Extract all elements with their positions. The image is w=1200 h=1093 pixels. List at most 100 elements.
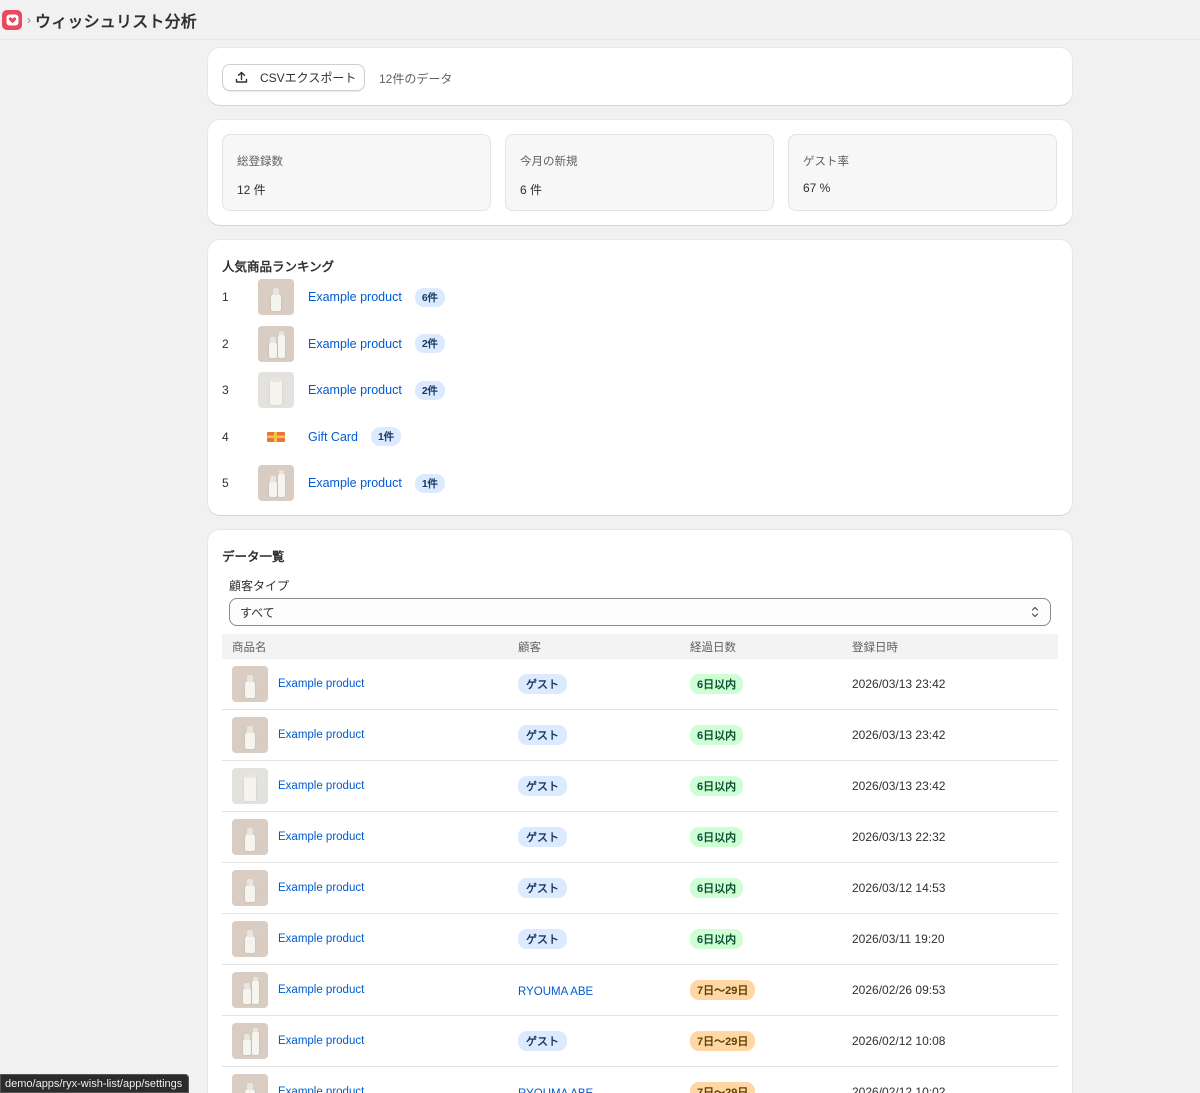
record-count-text: 12件のデータ (379, 72, 453, 86)
product-link[interactable]: Example product (278, 933, 364, 945)
product-thumbnail (232, 921, 268, 957)
cell-elapsed-days: 7日〜29日 (690, 980, 852, 1000)
cell-registered-at: 2026/03/13 23:42 (852, 779, 946, 793)
table-row: Example product ゲスト 6日以内 2026/03/13 23:42 (222, 710, 1058, 761)
cell-product: Example product (222, 921, 518, 957)
ranking-product-link[interactable]: Example product (308, 383, 402, 397)
cell-elapsed-days: 7日〜29日 (690, 1082, 852, 1093)
elapsed-days-success-badge: 6日以内 (690, 776, 744, 796)
table-row: Example product RYOUMA ABE 7日〜29日 2026/02/1… (222, 1067, 1058, 1093)
cell-customer: ゲスト (518, 674, 690, 694)
stat-label: 今月の新規 (520, 156, 578, 168)
cell-customer: RYOUMA ABE (518, 1085, 690, 1093)
table-row: Example product ゲスト 6日以内 2026/03/13 23:42 (222, 659, 1058, 710)
cell-elapsed-days: 6日以内 (690, 929, 852, 949)
cell-elapsed-days: 6日以内 (690, 674, 852, 694)
product-thumbnail (258, 325, 294, 362)
heart-app-icon[interactable] (2, 9, 22, 30)
product-link[interactable]: Example product (278, 831, 364, 843)
stat-label: 総登録数 (237, 156, 283, 168)
cell-elapsed-days: 6日以内 (690, 776, 852, 796)
product-link[interactable]: Example product (278, 984, 364, 996)
product-link[interactable]: Example product (278, 678, 364, 690)
product-link[interactable]: Example product (278, 780, 364, 792)
table-row: Example product ゲスト 6日以内 2026/03/12 14:53 (222, 863, 1058, 914)
upload-icon (235, 71, 248, 83)
elapsed-days-success-badge: 6日以内 (690, 674, 744, 694)
link-status-bar: demo/apps/ryx-wish-list/app/settings (0, 1074, 190, 1093)
guest-badge: ゲスト (518, 878, 567, 898)
wishlist-table: 商品名 顧客 経過日数 登録日時 Example product ゲスト 6日以内 2… (222, 634, 1058, 1093)
product-link[interactable]: Example product (278, 729, 364, 741)
cell-customer: RYOUMA ABE (518, 983, 690, 998)
cell-registered-at: 2026/02/12 10:08 (852, 1034, 946, 1048)
cell-customer: ゲスト (518, 776, 690, 796)
guest-badge: ゲスト (518, 1031, 567, 1051)
cell-product: Example product (222, 768, 518, 804)
stat-value: 12 件 (237, 183, 266, 197)
cell-customer: ゲスト (518, 1031, 690, 1051)
guest-badge: ゲスト (518, 827, 567, 847)
column-header-elapsed-days: 経過日数 (690, 641, 736, 654)
product-thumbnail (232, 717, 268, 753)
breadcrumb-separator: › (27, 12, 31, 27)
product-link[interactable]: Example product (278, 1086, 364, 1093)
cell-customer: ゲスト (518, 929, 690, 949)
csv-export-label: CSVエクスポート (260, 71, 357, 85)
cell-product: Example product (222, 870, 518, 906)
cell-elapsed-days: 6日以内 (690, 878, 852, 898)
cell-product: Example product (222, 1074, 518, 1093)
ranking-product-link[interactable]: Gift Card (308, 430, 358, 444)
wishlist-count-badge: 2件 (414, 334, 445, 353)
elapsed-days-warning-badge: 7日〜29日 (690, 980, 756, 1000)
cell-product: Example product (222, 819, 518, 855)
customer-type-selected-value: すべて (240, 605, 275, 620)
guest-badge: ゲスト (518, 725, 567, 745)
column-header-customer: 顧客 (518, 641, 541, 654)
page-title: ウィッシュリスト分析 (35, 13, 198, 31)
product-thumbnail (232, 666, 268, 702)
customer-link[interactable]: RYOUMA ABE (518, 1088, 593, 1093)
table-row: Example product ゲスト 7日〜29日 2026/02/12 10:08 (222, 1016, 1058, 1067)
guest-badge: ゲスト (518, 776, 567, 796)
guest-badge: ゲスト (518, 674, 567, 694)
cell-customer: ゲスト (518, 725, 690, 745)
product-thumbnail (232, 972, 268, 1008)
customer-link[interactable]: RYOUMA ABE (518, 986, 593, 998)
customer-type-select[interactable]: すべて (229, 598, 1051, 626)
ranking-item: 4 Gift Card 1件 (222, 418, 622, 455)
cell-registered-at: 2026/02/26 09:53 (852, 983, 946, 997)
cell-elapsed-days: 7日〜29日 (690, 1031, 852, 1051)
product-thumbnail (232, 1023, 268, 1059)
elapsed-days-success-badge: 6日以内 (690, 725, 744, 745)
csv-export-button[interactable]: CSVエクスポート (222, 64, 365, 91)
cell-registered-at: 2026/03/13 23:42 (852, 677, 946, 691)
stats-card: 総登録数 12 件 今月の新規 6 件 ゲスト率 67 % (208, 120, 1072, 225)
export-card: CSVエクスポート 12件のデータ (208, 48, 1072, 105)
ranking-item: 5 Example product 1件 (222, 465, 622, 501)
table-header: 商品名 顧客 経過日数 登録日時 (222, 634, 1058, 659)
stat-guest-rate: ゲスト率 67 % (788, 134, 1057, 211)
product-thumbnail (258, 465, 294, 501)
guest-badge: ゲスト (518, 929, 567, 949)
ranking-product-link[interactable]: Example product (308, 476, 402, 490)
table-row: Example product ゲスト 6日以内 2026/03/13 23:42 (222, 761, 1058, 812)
cell-registered-at: 2026/03/13 22:32 (852, 830, 946, 844)
table-row: Example product ゲスト 6日以内 2026/03/13 22:32 (222, 812, 1058, 863)
product-link[interactable]: Example product (278, 882, 364, 894)
product-thumbnail (232, 768, 268, 804)
elapsed-days-success-badge: 6日以内 (690, 878, 744, 898)
ranking-position: 5 (222, 476, 229, 490)
cell-elapsed-days: 6日以内 (690, 827, 852, 847)
wishlist-count-badge: 2件 (414, 380, 445, 400)
cell-registered-at: 2026/02/12 10:02 (852, 1085, 946, 1093)
ranking-product-link[interactable]: Example product (308, 290, 402, 304)
cell-product: Example product (222, 1023, 518, 1059)
ranking-title: 人気商品ランキング (222, 260, 335, 274)
wishlist-count-badge: 1件 (371, 427, 401, 446)
table-row: Example product RYOUMA ABE 7日〜29日 2026/02/2… (222, 965, 1058, 1016)
product-link[interactable]: Example product (278, 1035, 364, 1047)
stat-total-registrations: 総登録数 12 件 (222, 134, 491, 211)
ranking-product-link[interactable]: Example product (308, 337, 402, 351)
elapsed-days-success-badge: 6日以内 (690, 929, 744, 949)
